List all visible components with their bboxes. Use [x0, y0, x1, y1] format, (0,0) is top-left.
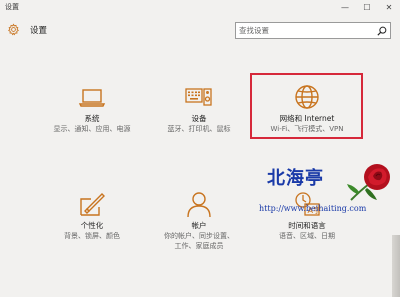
window-title: 设置: [5, 3, 19, 11]
tile-personalization[interactable]: 个性化 背景、锁屏、颜色: [37, 180, 147, 250]
tile-devices-desc: 蓝牙、打印机、鼠标: [167, 125, 231, 133]
tile-devices-name: 设备: [191, 114, 207, 123]
minimize-button[interactable]: —: [334, 0, 356, 15]
settings-header: 设置: [0, 15, 400, 50]
watermark-chinese: 北海亭: [267, 168, 324, 189]
tile-accounts[interactable]: 帐户 你的帐户、同步设置、 工作、家庭成员: [144, 180, 254, 250]
window-edge-shadow: [392, 235, 400, 297]
page-title: 设置: [30, 26, 48, 36]
tile-time-language-desc: 语音、区域、日期: [279, 232, 335, 240]
gear-icon: [8, 23, 19, 36]
window-controls: — ☐ ✕: [334, 0, 400, 15]
tile-devices[interactable]: 设备 蓝牙、打印机、鼠标: [144, 73, 254, 143]
tile-accounts-desc: 你的帐户、同步设置、 工作、家庭成员: [144, 231, 254, 251]
search-icon[interactable]: [377, 26, 387, 36]
tile-system-name: 系统: [84, 114, 100, 123]
keyboard-speaker-icon: [185, 88, 212, 106]
tile-accounts-desc-line-2: 工作、家庭成员: [174, 242, 224, 250]
tile-personalization-desc: 背景、锁屏、颜色: [64, 232, 120, 240]
person-icon: [187, 192, 211, 218]
laptop-icon: [78, 89, 106, 107]
watermark-url: http://www.beihaiting.com: [259, 204, 367, 213]
search-input[interactable]: [236, 23, 374, 38]
tile-time-language-name: 时间和语言: [288, 221, 326, 230]
brush-icon: [80, 193, 105, 216]
highlight-box: [250, 73, 363, 139]
maximize-button[interactable]: ☐: [356, 0, 378, 15]
tile-personalization-name: 个性化: [80, 221, 104, 230]
close-button[interactable]: ✕: [378, 0, 400, 15]
tile-system[interactable]: 系统 显示、通知、应用、电源: [37, 73, 147, 143]
search-box[interactable]: [235, 22, 391, 39]
watermark: 北海亭 http://www.beihaiting.com: [255, 160, 400, 220]
tile-accounts-name: 帐户: [191, 221, 207, 230]
window-titlebar: 设置 — ☐ ✕: [0, 0, 400, 15]
tile-system-desc: 显示、通知、应用、电源: [53, 125, 131, 133]
tile-accounts-desc-line-1: 你的帐户、同步设置、: [164, 232, 234, 240]
rose-icon: [347, 164, 390, 201]
